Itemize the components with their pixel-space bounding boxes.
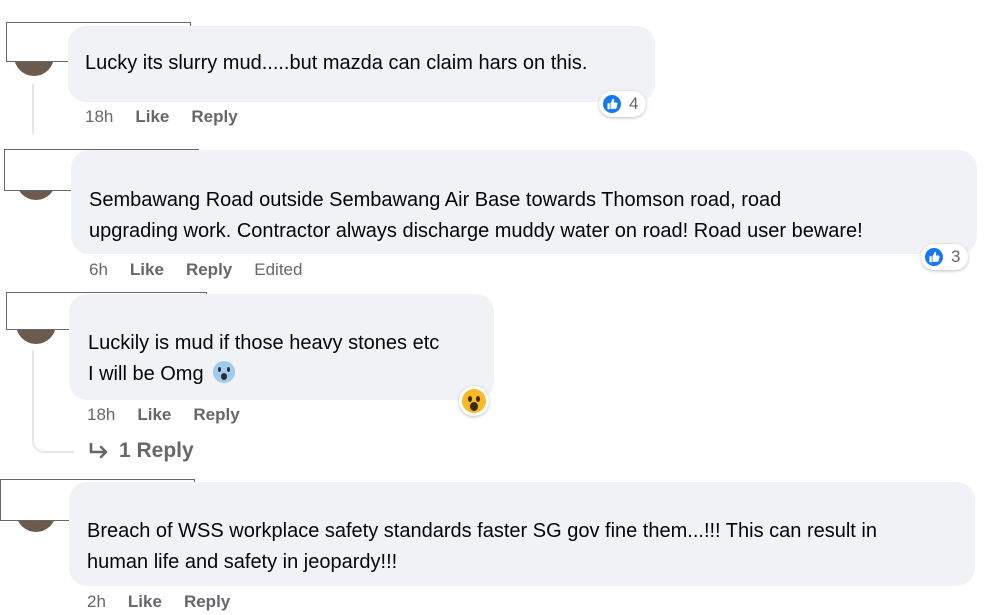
screaming-face-emoji [213, 361, 236, 383]
comment-actions: 6h Like Reply Edited [89, 258, 324, 282]
like-button[interactable]: Like [137, 405, 171, 425]
reaction-count: 4 [629, 94, 639, 113]
reply-arrow-icon [89, 442, 108, 459]
reply-button[interactable]: Reply [193, 405, 239, 425]
comment-timestamp[interactable]: 6h [89, 260, 108, 280]
wow-icon [462, 389, 486, 413]
comment-text: I will be Omg [88, 359, 494, 390]
reply-button[interactable]: Reply [184, 592, 230, 612]
like-icon [601, 93, 623, 115]
reaction-count: 3 [951, 247, 961, 266]
comment-text: human life and safety in jeopardy!!! [87, 551, 398, 573]
comment-actions: 2h Like Reply [87, 590, 252, 614]
comment-timestamp[interactable]: 18h [85, 107, 113, 127]
reaction-summary[interactable]: 4 [599, 91, 647, 117]
comment-bubble: Sembawang Road outside Sembawang Air Bas… [71, 150, 977, 254]
comment-timestamp[interactable]: 18h [87, 405, 115, 425]
comment-bubble: Lucky its slurry mud.....but mazda can c… [68, 26, 655, 102]
comment-text: upgrading work. Contractor always discha… [89, 220, 863, 242]
like-button[interactable]: Like [130, 260, 164, 280]
reaction-summary[interactable]: 3 [921, 244, 969, 270]
comment-actions: 18h Like Reply [85, 105, 260, 129]
comment-bubble: Breach of WSS workplace safety standards… [69, 482, 975, 586]
comment-text: Breach of WSS workplace safety standards… [87, 520, 877, 542]
replies-count-label: 1 Reply [119, 439, 194, 462]
comment-text: Sembawang Road outside Sembawang Air Bas… [89, 189, 782, 211]
like-icon [923, 246, 945, 268]
like-button[interactable]: Like [135, 107, 169, 127]
thread-connector [32, 415, 74, 453]
reply-button[interactable]: Reply [186, 260, 232, 280]
view-replies-link[interactable]: 1 Reply [89, 439, 194, 463]
comment-bubble: Luckily is mud if those heavy stones etc… [69, 294, 494, 400]
comment-text: Luckily is mud if those heavy stones etc [88, 332, 440, 354]
comment-text: Lucky its slurry mud.....but mazda can c… [85, 52, 588, 74]
like-button[interactable]: Like [128, 592, 162, 612]
comment-timestamp[interactable]: 2h [87, 592, 106, 612]
thread-line [32, 84, 34, 134]
reply-button[interactable]: Reply [191, 107, 237, 127]
edited-label[interactable]: Edited [254, 260, 302, 280]
reaction-summary[interactable] [459, 386, 489, 416]
comment-actions: 18h Like Reply [87, 403, 262, 427]
